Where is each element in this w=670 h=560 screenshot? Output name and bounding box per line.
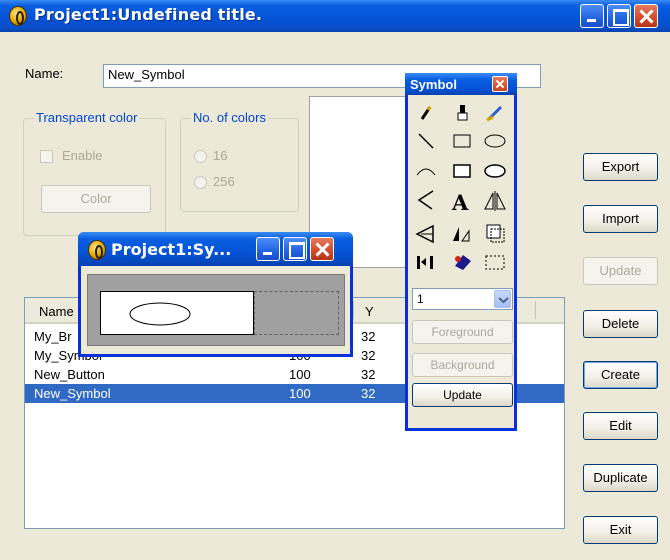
arc-icon[interactable] — [416, 168, 436, 176]
duplicate-button[interactable]: Duplicate — [583, 464, 658, 492]
column-y-header[interactable]: Y — [365, 304, 374, 319]
enable-checkbox[interactable] — [40, 150, 53, 163]
update-button[interactable]: Update — [583, 257, 658, 285]
row-name: New_Button — [34, 367, 105, 382]
import-button[interactable]: Import — [583, 205, 658, 233]
line-width-select[interactable]: 1 — [412, 288, 513, 310]
maximize-button[interactable] — [607, 4, 631, 28]
row-x: 100 — [289, 367, 311, 382]
line-icon[interactable] — [418, 133, 434, 149]
svg-text:A: A — [451, 190, 469, 215]
tool-grid: A — [415, 105, 506, 270]
row-name: My_Br — [34, 329, 72, 344]
radio-256-label: 256 — [213, 174, 235, 189]
foreground-button[interactable]: Foreground — [412, 320, 513, 344]
spray-icon[interactable] — [486, 105, 503, 122]
radio-16-label: 16 — [213, 148, 228, 163]
transparent-color-group: Transparent color Enable Color — [23, 110, 166, 236]
row-name: New_Symbol — [34, 386, 111, 401]
exit-button[interactable]: Exit — [583, 516, 658, 544]
filled-ellipse-icon[interactable] — [484, 164, 506, 178]
column-name-header[interactable]: Name — [39, 304, 74, 319]
radio-16-colors[interactable] — [194, 150, 207, 163]
symbol-update-button[interactable]: Update — [412, 383, 513, 407]
name-label: Name: — [25, 66, 64, 81]
ellipse-shape — [129, 302, 191, 326]
symbol-canvas[interactable] — [87, 274, 345, 346]
symbol-tool-window: Symbol A 1 Foreground Background Update — [405, 73, 517, 431]
mirror-icon[interactable] — [484, 191, 506, 211]
delete-button[interactable]: Delete — [583, 310, 658, 338]
color-button[interactable]: Color — [41, 185, 151, 213]
enable-label: Enable — [62, 148, 103, 163]
row-y: 32 — [361, 386, 376, 401]
window-title: Project1:Undefined title. — [34, 5, 263, 24]
brush-icon[interactable] — [457, 105, 468, 121]
rotate-icon[interactable] — [453, 227, 470, 242]
create-button[interactable]: Create — [583, 361, 658, 389]
text-icon[interactable]: A — [451, 190, 469, 215]
flip-vertical-icon[interactable] — [415, 224, 434, 244]
filled-rectangle-icon[interactable] — [453, 164, 471, 178]
background-button[interactable]: Background — [412, 353, 513, 377]
line-width-value: 1 — [417, 292, 424, 306]
export-button[interactable]: Export — [583, 153, 658, 181]
column-divider — [353, 301, 354, 319]
row-x: 100 — [289, 386, 311, 401]
app-icon — [9, 6, 27, 26]
number-of-colors-legend: No. of colors — [191, 110, 268, 125]
app-icon — [88, 240, 106, 260]
polyline-icon[interactable] — [417, 190, 434, 210]
minimize-button[interactable] — [580, 4, 604, 28]
symbol-editor-titlebar[interactable]: Project1:Sy... — [78, 232, 353, 266]
fill-icon[interactable] — [455, 255, 471, 270]
symbol-tool-close-button[interactable] — [492, 76, 508, 92]
symbol-tool-title: Symbol — [410, 77, 457, 92]
ellipse-icon[interactable] — [484, 134, 506, 148]
row-y: 32 — [361, 348, 376, 363]
symbol-bitmap — [100, 291, 254, 335]
chevron-down-icon[interactable] — [494, 290, 511, 308]
radio-256-colors[interactable] — [194, 176, 207, 189]
pencil-icon[interactable] — [420, 106, 432, 120]
row-y: 32 — [361, 329, 376, 344]
close-button[interactable] — [634, 4, 658, 28]
symbol-tool-titlebar[interactable]: Symbol — [405, 73, 517, 95]
symbol-editor-title: Project1:Sy... — [111, 240, 232, 259]
maximize-button[interactable] — [283, 237, 307, 261]
rectangle-icon[interactable] — [453, 134, 471, 148]
main-titlebar[interactable]: Project1:Undefined title. — [0, 0, 670, 32]
edit-button[interactable]: Edit — [583, 412, 658, 440]
selection-marquee[interactable] — [254, 291, 339, 335]
column-divider — [535, 301, 536, 319]
copy-icon[interactable] — [486, 224, 505, 243]
select-icon[interactable] — [485, 255, 505, 270]
number-of-colors-group: No. of colors 16 256 — [180, 110, 299, 212]
row-y: 32 — [361, 367, 376, 382]
transparent-color-legend: Transparent color — [34, 110, 140, 125]
resize-icon[interactable] — [417, 256, 433, 269]
symbol-editor-window: Project1:Sy... — [78, 232, 353, 357]
minimize-button[interactable] — [256, 237, 280, 261]
close-button[interactable] — [310, 237, 334, 261]
